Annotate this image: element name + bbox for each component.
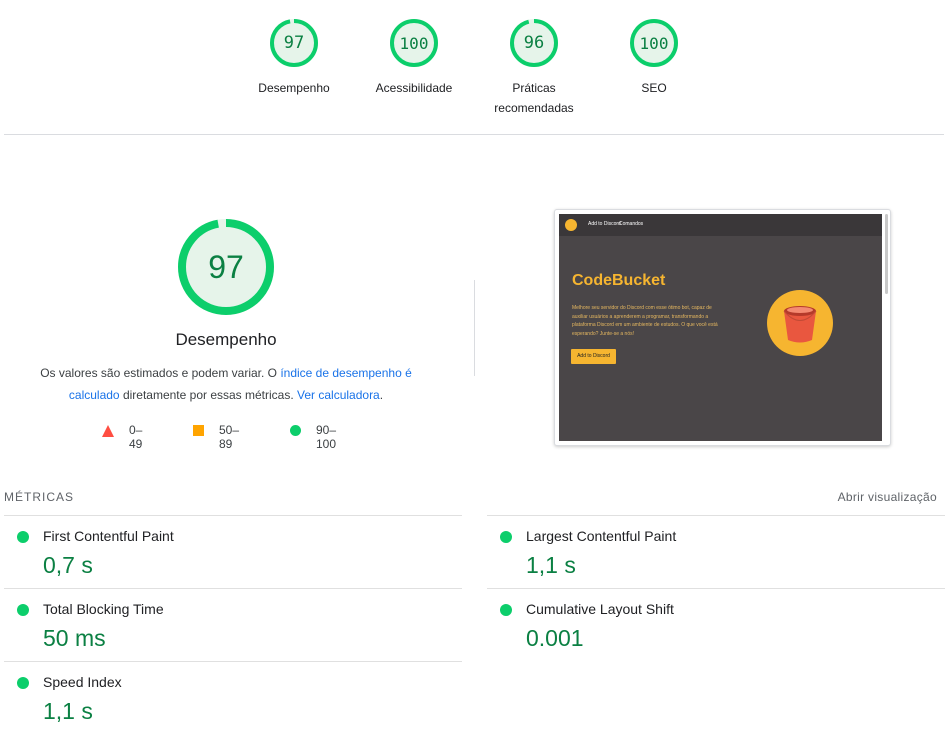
category-label: Práticas recomendadas [494, 81, 574, 115]
screenshot-navbar: Add to Discord Comandos [559, 214, 882, 236]
category-label: Desempenho [258, 81, 330, 95]
screenshot-title: CodeBucket [572, 272, 666, 289]
metric-value: 0,7 s [43, 552, 93, 578]
vertical-divider [474, 280, 475, 376]
screenshot-text: Melhore seu servidor do Discord com esse… [572, 305, 718, 337]
score-ring: 96 [510, 19, 558, 67]
metric-speed-index: Speed Index 1,1 s [4, 661, 462, 734]
description-text: diretamente por essas métricas. [119, 388, 298, 402]
screenshot-button: Add to Discord [571, 349, 616, 364]
category-score: 100 [399, 33, 429, 53]
metrics-title: MÉTRICAS [4, 490, 75, 504]
screenshot-viewport: Add to Discord Comandos CodeBucket Melho… [559, 214, 882, 441]
metric-name: First Contentful Paint [43, 528, 174, 544]
square-icon [193, 425, 204, 436]
category-gauge-performance[interactable]: 97 Desempenho [244, 18, 344, 118]
metric-value: 0.001 [526, 625, 584, 651]
score-ring: 100 [630, 19, 678, 67]
circle-icon [290, 425, 301, 436]
category-score: 96 [523, 33, 545, 53]
legend-range: 0–49 [129, 423, 143, 451]
main-gauge-label: Desempenho [175, 330, 277, 349]
metric-name: Total Blocking Time [43, 601, 164, 617]
category-score: 100 [639, 33, 669, 53]
pass-circle-icon [500, 531, 512, 543]
pass-circle-icon [17, 531, 29, 543]
category-label: Acessibilidade [375, 81, 453, 95]
triangle-icon [102, 425, 114, 437]
metric-value: 1,1 s [43, 698, 93, 724]
metric-first-contentful-paint: First Contentful Paint 0,7 s [4, 515, 462, 588]
metric-name: Largest Contentful Paint [526, 528, 677, 544]
metric-cumulative-layout-shift: Cumulative Layout Shift 0.001 [487, 588, 945, 661]
pass-circle-icon [17, 604, 29, 616]
metric-value: 1,1 s [526, 552, 576, 578]
page-screenshot[interactable]: Add to Discord Comandos CodeBucket Melho… [554, 209, 891, 446]
bucket-icon [767, 290, 833, 356]
description-text: . [379, 388, 384, 402]
score-ring: 100 [390, 19, 438, 67]
category-gauge-best-practices[interactable]: 96 Práticas recomendadas [484, 18, 584, 118]
legend-range: 50–89 [219, 423, 240, 451]
score-description: Os valores são estimados e podem variar.… [30, 362, 422, 406]
pass-circle-icon [17, 677, 29, 689]
legend-range: 90–100 [316, 423, 337, 451]
pass-circle-icon [500, 604, 512, 616]
score-ring: 97 [270, 19, 318, 67]
main-performance-gauge: 97 Desempenho [126, 219, 326, 359]
screenshot-nav-item: Comandos [619, 221, 644, 227]
open-view-toggle[interactable]: Abrir visualização [838, 490, 937, 504]
calculator-link[interactable]: Ver calculadora [297, 388, 380, 402]
category-label: SEO [641, 81, 667, 95]
category-score: 97 [283, 33, 305, 53]
metric-total-blocking-time: Total Blocking Time 50 ms [4, 588, 462, 661]
metric-value: 50 ms [43, 625, 106, 651]
metric-largest-contentful-paint: Largest Contentful Paint 1,1 s [487, 515, 945, 588]
screenshot-nav-item: Add to Discord [588, 221, 621, 227]
description-text: Os valores são estimados e podem variar.… [40, 366, 281, 380]
bucket-logo-icon [565, 219, 577, 231]
metric-name: Cumulative Layout Shift [526, 601, 674, 617]
screenshot-scrollbar [885, 214, 888, 294]
category-gauge-accessibility[interactable]: 100 Acessibilidade [364, 18, 464, 118]
main-score: 97 [208, 248, 244, 285]
section-divider [4, 134, 944, 135]
main-score-ring: 97 [178, 219, 274, 315]
category-gauge-seo[interactable]: 100 SEO [604, 18, 704, 118]
metric-name: Speed Index [43, 674, 122, 690]
